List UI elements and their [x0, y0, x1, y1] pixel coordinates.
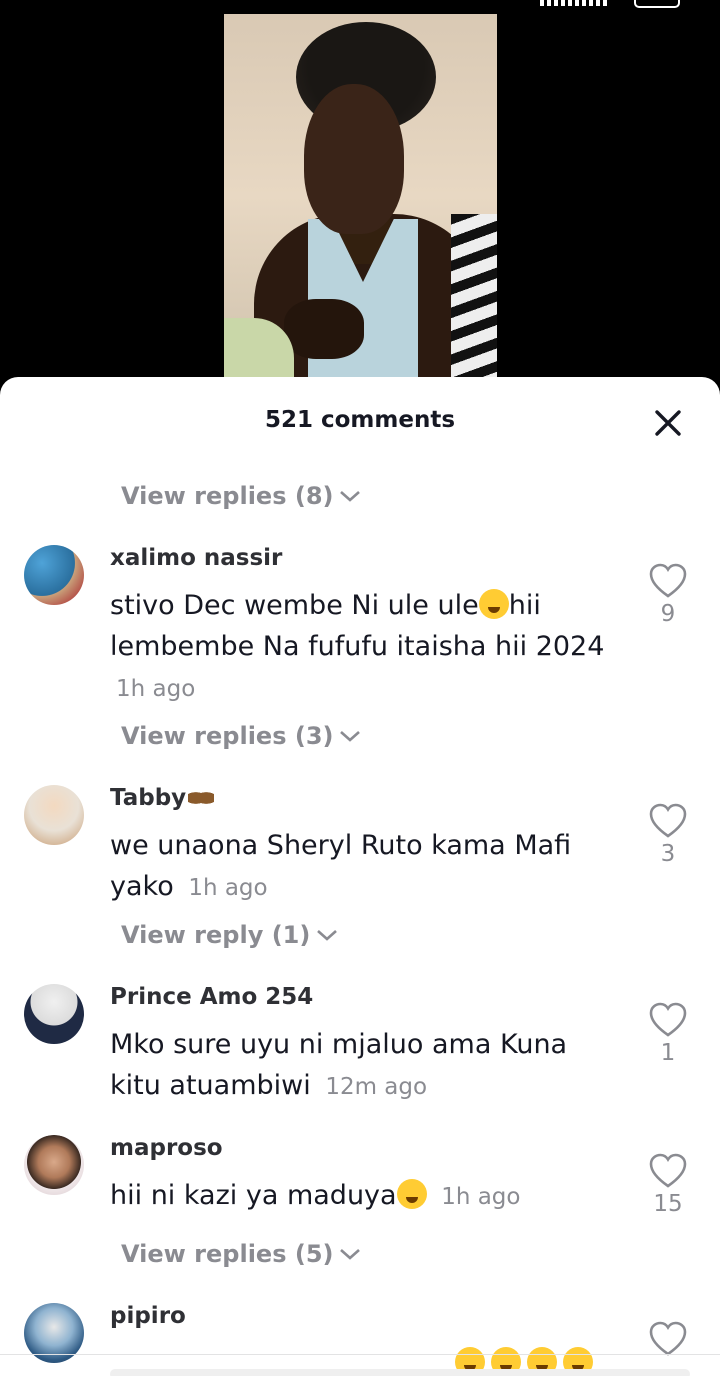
comment-time: 1h ago — [116, 676, 196, 702]
close-icon[interactable] — [652, 407, 684, 439]
avatar[interactable] — [24, 785, 84, 845]
add-comment-bar[interactable] — [110, 1369, 690, 1376]
comment-time: 1h ago — [188, 875, 268, 901]
comment-username[interactable]: maproso — [110, 1135, 223, 1161]
heart-outline-icon — [649, 1002, 687, 1037]
avatar[interactable] — [24, 545, 84, 605]
like-button[interactable]: 1 — [648, 1002, 688, 1066]
like-count: 3 — [660, 841, 676, 867]
comment-time: 12m ago — [325, 1074, 428, 1100]
heart-outline-icon — [649, 563, 687, 598]
comments-count-title: 521 comments — [264, 407, 456, 433]
heart-outline-icon — [649, 1153, 687, 1188]
status-bar — [0, 0, 720, 14]
battery-icon — [634, 0, 680, 8]
crying-face-emoji-icon — [478, 589, 509, 619]
like-button[interactable]: 15 — [648, 1153, 688, 1217]
comment-username[interactable]: Prince Amo 254 — [110, 984, 313, 1010]
comment-username[interactable]: pipiro — [110, 1303, 186, 1329]
like-count: 9 — [660, 601, 676, 627]
comment-username[interactable]: xalimo nassir — [110, 545, 282, 571]
comments-sheet: 521 comments View replies (8) xalimo nas… — [0, 377, 720, 1376]
comment-text: stivo Dec wembe Ni ule ule hii lembembe N… — [110, 589, 605, 702]
view-replies-button[interactable]: View reply (1) — [121, 921, 340, 949]
avatar[interactable] — [24, 984, 84, 1044]
view-replies-button[interactable]: View replies (3) — [121, 722, 363, 750]
butterfly-emoji-icon — [188, 788, 215, 808]
chevron-down-icon — [340, 731, 361, 742]
like-button[interactable] — [648, 1321, 688, 1357]
chevron-down-icon — [317, 930, 338, 941]
chevron-down-icon — [340, 1249, 361, 1260]
heart-outline-icon — [649, 1321, 687, 1356]
like-button[interactable]: 3 — [648, 803, 688, 867]
video-frame[interactable] — [224, 14, 497, 378]
chevron-down-icon — [340, 491, 361, 502]
rolling-laughing-emoji-icon — [396, 1179, 427, 1209]
avatar[interactable] — [24, 1135, 84, 1195]
divider — [0, 1354, 720, 1355]
view-replies-button[interactable]: View replies (8) — [121, 482, 363, 510]
heart-outline-icon — [649, 803, 687, 838]
comment-username[interactable]: Tabby — [110, 785, 215, 811]
like-button[interactable]: 9 — [648, 563, 688, 627]
comment-text: Mko sure uyu ni mjaluo ama Kuna kitu atu… — [110, 1029, 568, 1101]
signal-icon — [540, 0, 610, 6]
view-replies-button[interactable]: View replies (5) — [121, 1240, 363, 1268]
like-count: 1 — [660, 1040, 676, 1066]
comment-text: we unaona Sheryl Ruto kama Mafi yako 1h … — [110, 830, 572, 902]
like-count: 15 — [653, 1191, 683, 1217]
comment-time: 1h ago — [441, 1184, 521, 1210]
comment-text: hii ni kazi ya maduya 1h ago — [110, 1179, 521, 1211]
